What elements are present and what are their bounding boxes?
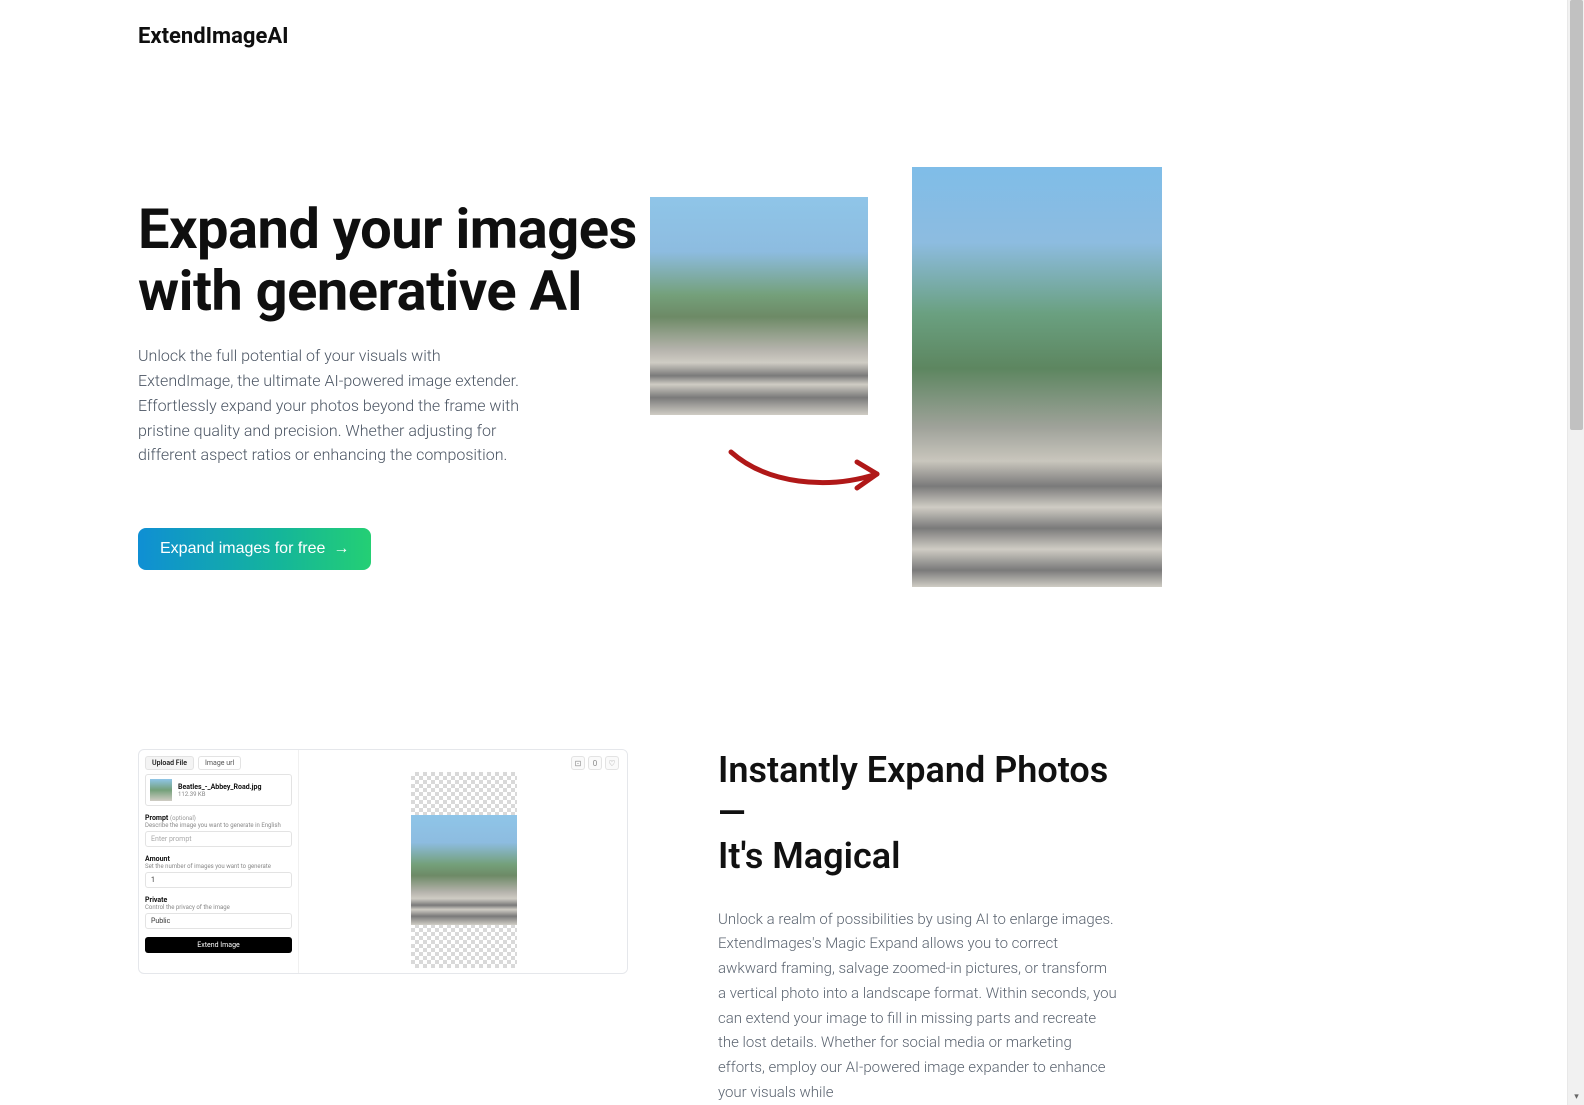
- tool-preview-panel: Upload File Image url Beatles_-_Abbey_Ro…: [138, 749, 628, 974]
- tool-canvas: ⊡ 0 ♡: [299, 750, 627, 973]
- hero-title-line2: with generative AI: [138, 258, 583, 324]
- canvas-tool-1[interactable]: ⊡: [571, 756, 585, 770]
- prompt-help: Describe the image you want to generate …: [145, 822, 292, 829]
- expand-images-cta-button[interactable]: Expand images for free →: [138, 528, 371, 570]
- file-size: 112.39 KB: [178, 791, 261, 798]
- scroll-thumb[interactable]: [1570, 0, 1583, 430]
- extend-image-button[interactable]: Extend Image: [145, 937, 292, 953]
- private-select[interactable]: Public: [145, 913, 292, 929]
- file-name: Beatles_-_Abbey_Road.jpg: [178, 783, 261, 791]
- uploaded-file-card: Beatles_-_Abbey_Road.jpg 112.39 KB: [145, 774, 292, 806]
- red-arrow-icon: [727, 444, 887, 499]
- hero-title-line1: Expand your images: [138, 196, 637, 262]
- private-label: Private: [145, 896, 292, 904]
- amount-label: Amount: [145, 855, 292, 863]
- hero-image-before: [650, 197, 868, 415]
- file-thumbnail: [150, 779, 172, 801]
- canvas-checker: [411, 772, 517, 968]
- section2-title-line1: Instantly Expand Photos—: [718, 749, 1108, 834]
- prompt-optional-text: (optional): [170, 815, 196, 822]
- scroll-down-icon[interactable]: ▾: [1568, 1088, 1584, 1105]
- hero-image-after: [912, 167, 1162, 587]
- amount-help: Set the number of images you want to gen…: [145, 863, 292, 870]
- prompt-input[interactable]: Enter prompt: [145, 831, 292, 847]
- private-help: Control the privacy of the image: [145, 904, 292, 911]
- brand-logo[interactable]: ExtendImageAI: [138, 24, 1302, 49]
- section2-title-line2: It's Magical: [718, 835, 900, 877]
- section2-body: Unlock a realm of possibilities by using…: [718, 907, 1118, 1105]
- vertical-scrollbar[interactable]: ▴ ▾: [1567, 0, 1584, 1105]
- prompt-label: Prompt (optional): [145, 814, 292, 822]
- prompt-label-text: Prompt: [145, 814, 168, 822]
- section2-title: Instantly Expand Photos— It's Magical: [718, 749, 1118, 879]
- amount-select[interactable]: 1: [145, 872, 292, 888]
- hero-subtitle: Unlock the full potential of your visual…: [138, 344, 538, 468]
- tool-sidebar: Upload File Image url Beatles_-_Abbey_Ro…: [139, 750, 299, 973]
- cta-label: Expand images for free: [160, 540, 325, 558]
- canvas-tool-3[interactable]: ♡: [605, 756, 619, 770]
- canvas-tool-zero[interactable]: 0: [588, 756, 602, 770]
- arrow-right-icon: →: [333, 541, 349, 557]
- tab-upload-file[interactable]: Upload File: [145, 756, 194, 770]
- canvas-image[interactable]: [411, 815, 517, 925]
- tab-image-url[interactable]: Image url: [198, 756, 241, 770]
